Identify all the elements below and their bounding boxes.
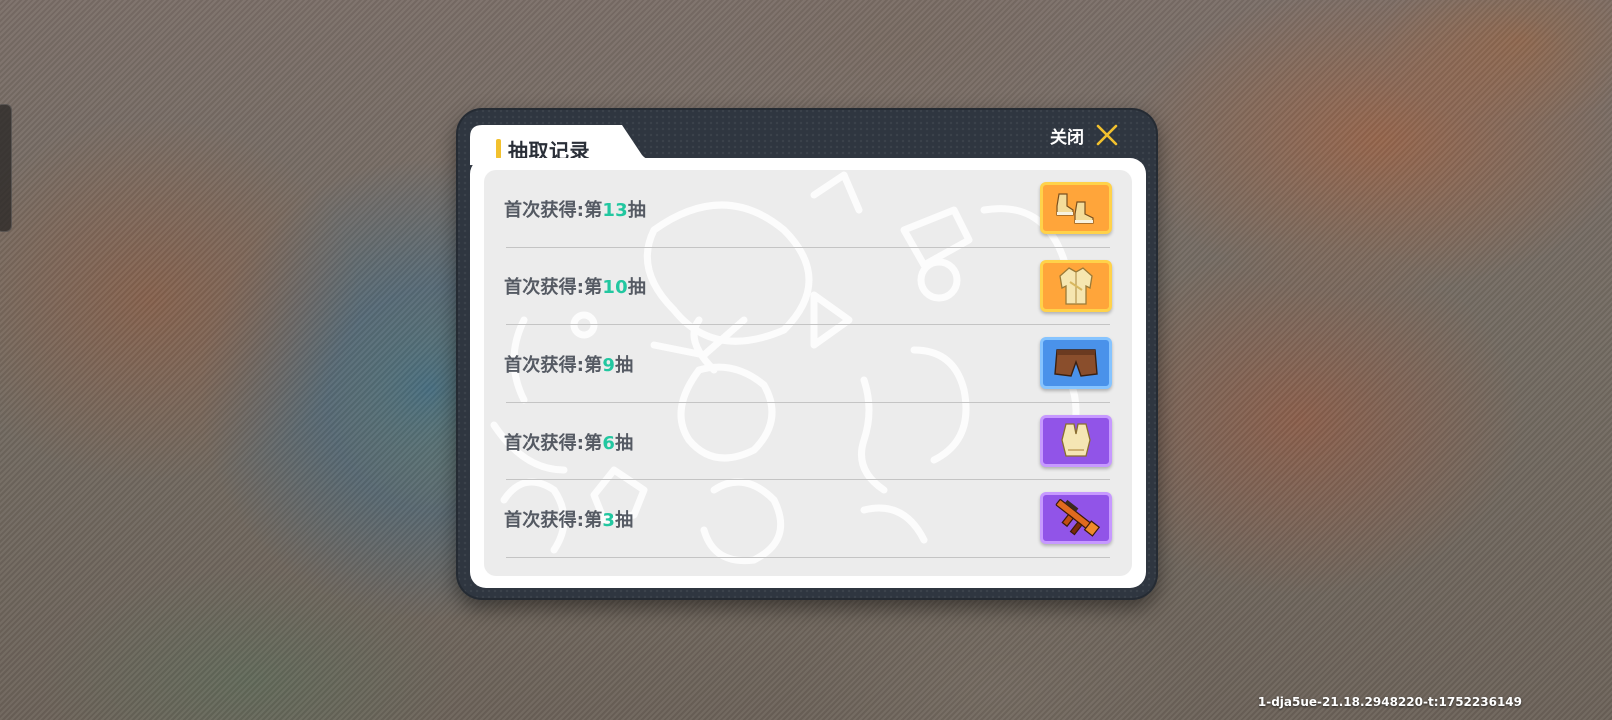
draw-number: 9	[602, 354, 616, 376]
close-icon[interactable]	[1094, 122, 1120, 148]
record-row: 首次获得:第3抽	[484, 480, 1132, 558]
rifle-icon	[1055, 499, 1101, 538]
record-list[interactable]: 首次获得:第13抽 首次获得:第10抽 首次获得:第9抽 首次获得:第6抽 首次…	[484, 170, 1132, 576]
record-row: 首次获得:第10抽	[484, 248, 1132, 326]
record-row: 首次获得:第9抽	[484, 325, 1132, 403]
draw-number: 6	[602, 432, 616, 454]
shorts-icon	[1054, 349, 1098, 377]
record-text: 首次获得:第9抽	[504, 354, 634, 376]
item-slot-shoes[interactable]	[1040, 182, 1112, 234]
item-slot-gloves[interactable]	[1040, 414, 1112, 467]
record-row: 首次获得:第6抽	[484, 403, 1132, 481]
build-id-label: 1-dja5ue-21.18.2948220-t:1752236149	[1257, 695, 1522, 709]
record-text: 首次获得:第10抽	[504, 277, 647, 299]
draw-record-dialog: 抽取记录 关闭 首次获得:第13抽 首次获得:第10抽 首次获得:第9抽 首次获…	[456, 108, 1158, 600]
draw-number: 13	[602, 199, 628, 221]
draw-number: 10	[602, 277, 628, 299]
shoes-icon	[1056, 193, 1094, 224]
record-text: 首次获得:第6抽	[504, 432, 634, 454]
jacket-icon	[1059, 266, 1093, 305]
record-panel: 首次获得:第13抽 首次获得:第10抽 首次获得:第9抽 首次获得:第6抽 首次…	[470, 158, 1146, 588]
draw-number: 3	[602, 510, 616, 532]
record-text: 首次获得:第13抽	[504, 199, 647, 221]
item-slot-shorts[interactable]	[1040, 337, 1112, 390]
side-panel-handle[interactable]	[0, 104, 12, 232]
close-button[interactable]: 关闭	[1050, 120, 1120, 150]
item-slot-rifle[interactable]	[1040, 492, 1112, 545]
record-text: 首次获得:第3抽	[504, 510, 634, 532]
gloves-icon	[1061, 423, 1091, 457]
item-slot-jacket[interactable]	[1040, 259, 1112, 312]
close-label: 关闭	[1050, 127, 1084, 148]
title-accent-bar	[496, 139, 501, 159]
record-row: 首次获得:第13抽	[484, 170, 1132, 248]
